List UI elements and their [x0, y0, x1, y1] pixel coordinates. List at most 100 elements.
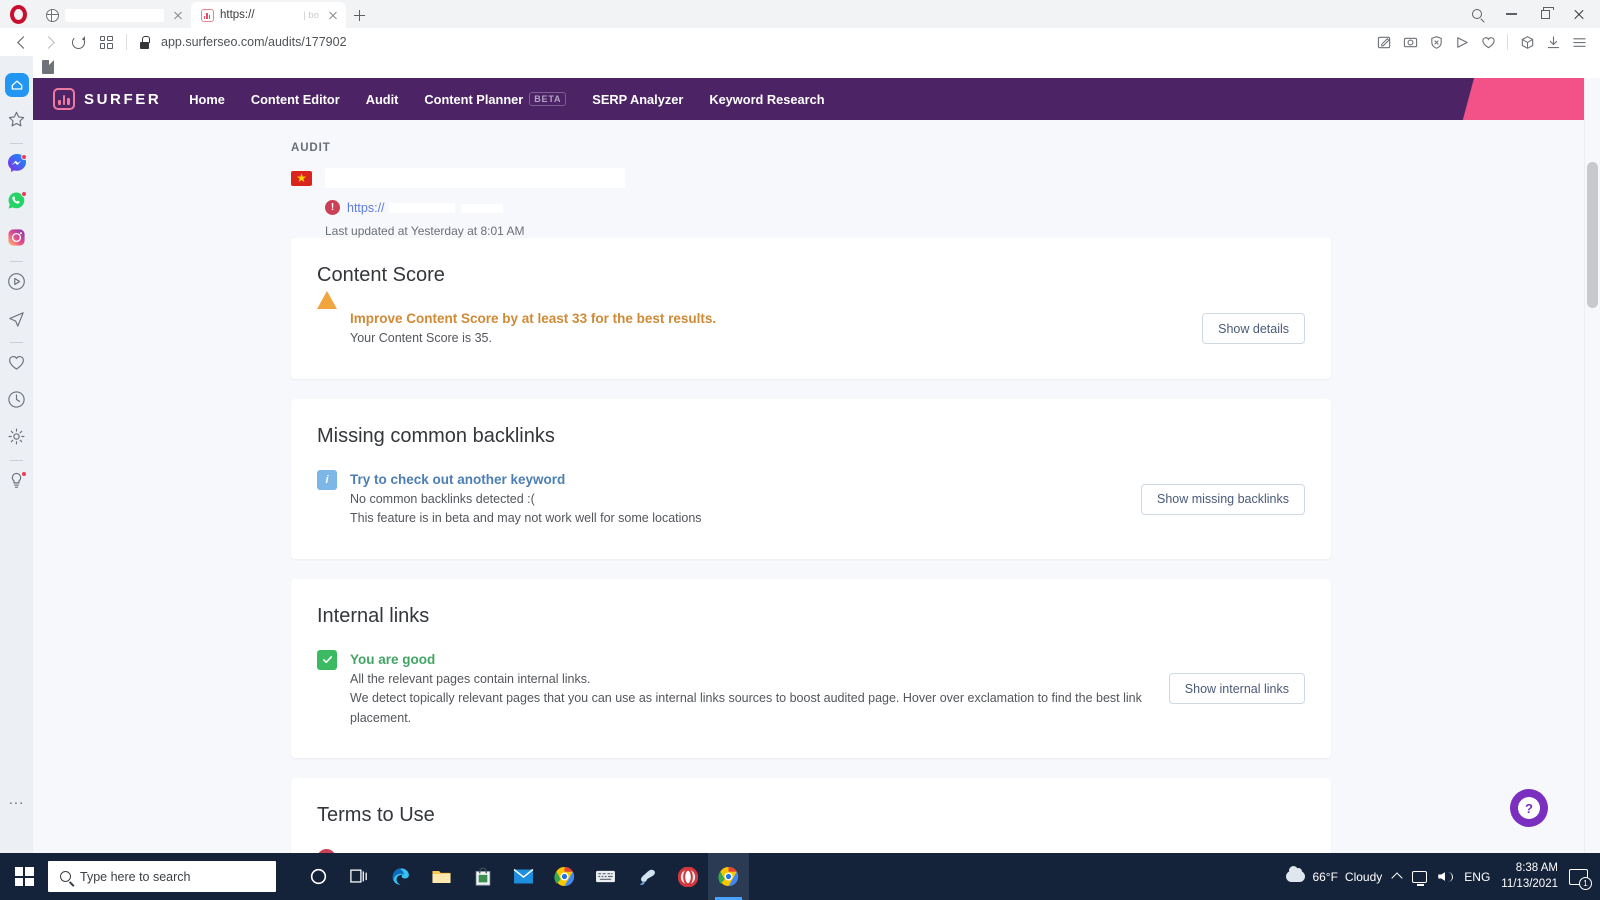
sidebar-more-label: ... [8, 791, 25, 808]
close-icon[interactable] [325, 8, 340, 23]
volume-icon[interactable] [1438, 871, 1454, 882]
url-redacted-2 [460, 203, 503, 213]
task-view-icon[interactable] [339, 853, 380, 900]
keyboard-icon[interactable] [585, 853, 626, 900]
card-detail-line-2: This feature is in beta and may not work… [350, 511, 702, 526]
edge-icon[interactable] [380, 853, 421, 900]
sidebar-item-settings[interactable] [0, 420, 33, 457]
download-icon[interactable] [1540, 29, 1566, 55]
sidebar-item-home[interactable] [0, 66, 33, 103]
bookmark-item[interactable] [42, 60, 59, 74]
taskbar-apps [298, 853, 749, 900]
cube-icon[interactable] [1514, 29, 1540, 55]
speed-dial-icon[interactable] [92, 28, 120, 56]
sidebar-more-button[interactable]: ... [0, 781, 33, 818]
notifications-icon[interactable]: 1 [1569, 868, 1592, 890]
window-controls [1460, 0, 1596, 28]
address-bar[interactable]: app.surferseo.com/audits/177902 [150, 35, 1371, 49]
send-icon[interactable] [1449, 29, 1475, 55]
question-mark-icon: ? [1518, 797, 1540, 819]
sidebar-item-history[interactable] [0, 383, 33, 420]
audit-url-link[interactable]: https:// [347, 201, 503, 215]
sidebar-item-instagram[interactable] [0, 221, 33, 258]
cortana-icon[interactable] [298, 853, 339, 900]
weather-desc: Cloudy [1344, 869, 1383, 884]
heart-icon [7, 353, 26, 377]
edit-snapshot-icon[interactable] [1371, 29, 1397, 55]
camera-icon[interactable] [1397, 29, 1423, 55]
browser-toolbar: app.surferseo.com/audits/177902 [0, 28, 1600, 56]
start-button[interactable] [0, 853, 48, 900]
document-icon [42, 60, 54, 74]
search-placeholder: Type here to search [80, 869, 191, 884]
system-tray: 66°F Cloudy ENG 8:38 AM 11/13/2021 1 [1286, 861, 1600, 892]
close-icon[interactable] [1562, 0, 1596, 28]
toolbar-divider-2 [1507, 34, 1508, 50]
audit-header: AUDIT ! https:// Last updated at Yesterd… [33, 120, 1584, 238]
surfer-favicon [200, 8, 214, 22]
show-details-button[interactable]: Show details [1202, 313, 1305, 345]
clock[interactable]: 8:38 AM 11/13/2021 [1501, 861, 1558, 892]
notification-badge [21, 154, 27, 160]
nav-item-home[interactable]: Home [189, 92, 225, 107]
scrollbar-thumb[interactable] [1587, 162, 1598, 308]
check-icon [317, 649, 338, 671]
screen: https:// | bo app.surferseo.com/audits/1… [0, 0, 1600, 900]
nav-item-keyword-research[interactable]: Keyword Research [709, 92, 824, 107]
card-content-score: Content Score Improve Content Score by a… [291, 238, 1331, 379]
sidebar-item-liked[interactable] [0, 346, 33, 383]
nav-item-content-editor[interactable]: Content Editor [251, 92, 340, 107]
chrome-icon[interactable] [544, 853, 585, 900]
back-icon[interactable] [8, 28, 36, 56]
nav-item-content-planner[interactable]: Content Planner BETA [424, 91, 567, 107]
surfer-logo[interactable]: SURFER [53, 88, 161, 110]
file-explorer-icon[interactable] [421, 853, 462, 900]
close-icon[interactable] [170, 8, 185, 23]
weather-temp: 66°F [1312, 869, 1338, 884]
main-nav: Home Content Editor Audit Content Planne… [189, 91, 825, 107]
show-missing-backlinks-button[interactable]: Show missing backlinks [1141, 483, 1305, 515]
minimize-icon[interactable] [1494, 0, 1528, 28]
paint-icon[interactable] [626, 853, 667, 900]
heart-icon[interactable] [1475, 29, 1501, 55]
menu-icon[interactable] [1566, 29, 1592, 55]
help-button[interactable]: ? [1510, 789, 1548, 827]
shield-block-icon[interactable] [1423, 29, 1449, 55]
nav-item-serp-analyzer[interactable]: SERP Analyzer [592, 92, 683, 107]
card-headline: You are good [350, 651, 436, 667]
page-scrollbar[interactable] [1584, 78, 1600, 853]
network-icon[interactable] [1412, 870, 1428, 886]
new-tab-button[interactable] [346, 2, 372, 28]
language-indicator[interactable]: ENG [1464, 870, 1490, 884]
weather-widget[interactable]: 66°F Cloudy [1286, 866, 1383, 884]
history-clock-icon [7, 390, 26, 414]
sidebar-item-telegram[interactable] [0, 302, 33, 339]
sidebar-item-messenger[interactable] [0, 147, 33, 184]
search-icon[interactable] [1460, 0, 1494, 28]
notification-count: 1 [1579, 876, 1592, 890]
reload-icon[interactable] [64, 28, 92, 56]
sidebar-item-whatsapp[interactable] [0, 184, 33, 221]
nav-decoration [1399, 78, 1584, 120]
taskbar-search-input[interactable]: Type here to search [48, 861, 276, 892]
opera-icon[interactable] [667, 853, 708, 900]
browser-tab-1[interactable] [36, 2, 191, 28]
lock-icon [139, 35, 150, 49]
chrome-active-icon[interactable] [708, 853, 749, 900]
card-title: Content Score [317, 264, 445, 286]
url-redacted [388, 202, 455, 213]
card-internal-links: Internal links You are good All the rele… [291, 578, 1331, 758]
sidebar-item-player[interactable] [0, 265, 33, 302]
browser-tab-2-active[interactable]: https:// | bo [191, 2, 346, 28]
chevron-up-icon[interactable] [1391, 872, 1403, 884]
mail-icon[interactable] [503, 853, 544, 900]
show-internal-links-button[interactable]: Show internal links [1168, 673, 1305, 705]
forward-icon[interactable] [36, 28, 64, 56]
nav-item-audit[interactable]: Audit [366, 92, 399, 107]
sidebar-item-tips[interactable] [0, 464, 33, 501]
maximize-icon[interactable] [1528, 0, 1562, 28]
store-icon[interactable] [462, 853, 503, 900]
card-detail-line-2: We detect topically relevant pages that … [350, 691, 1142, 725]
address-text: app.surferseo.com/audits/177902 [161, 35, 347, 49]
sidebar-item-favorites[interactable] [0, 103, 33, 140]
